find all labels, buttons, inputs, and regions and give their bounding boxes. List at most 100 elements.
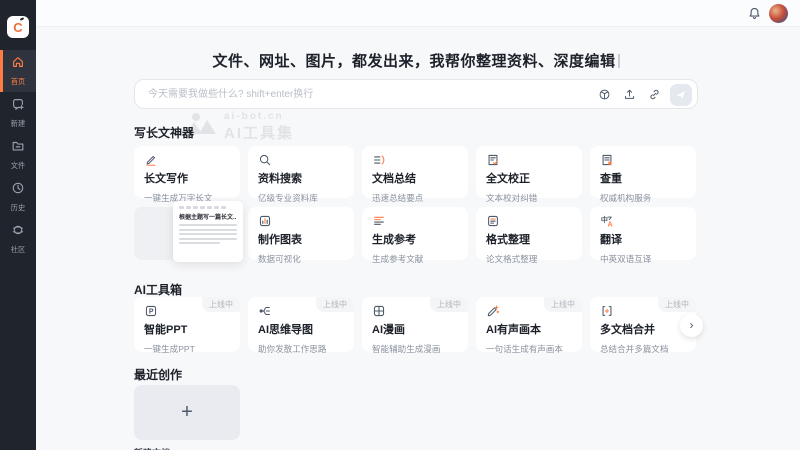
format-icon: [486, 214, 572, 228]
preview-text-line: [179, 242, 220, 244]
svg-text:P: P: [149, 309, 154, 316]
preview-toolbar: [179, 206, 237, 209]
preview-text-line: [179, 238, 237, 240]
card-translate[interactable]: 中A 翻译 中英双语互译: [590, 207, 696, 260]
card-subtitle: 智能辅助生成漫画: [372, 342, 454, 354]
sidebar-item-community[interactable]: 社区: [0, 218, 36, 260]
card-title: 生成参考: [372, 231, 458, 247]
chevron-right-icon[interactable]: ›: [680, 314, 703, 337]
card-audiobook[interactable]: AI有声画本 一句话生成有声画本 上线中: [476, 297, 582, 352]
main-content: 文件、网址、图片，都发出来，我帮你整理资料、深度编辑 ai-bot.cn AI工…: [134, 0, 698, 450]
sidebar: C 首页新建文件历史社区: [0, 0, 36, 450]
card-title: 翻译: [600, 231, 686, 247]
user-avatar[interactable]: [769, 4, 788, 23]
new-doc-label: 新建文档: [134, 446, 170, 450]
card-proofread[interactable]: 全文校正 文本校对纠错: [476, 146, 582, 198]
reference-icon: [372, 214, 458, 228]
card-make-chart[interactable]: 制作图表 数据可视化: [248, 207, 354, 260]
logo-letter: C: [13, 20, 22, 35]
section-title-recent: 最近创作: [134, 366, 182, 383]
sidebar-item-label: 首页: [11, 77, 25, 87]
link-icon[interactable]: [648, 88, 661, 101]
section-title-writer: 写长文神器: [134, 124, 194, 141]
card-title: 制作图表: [258, 231, 344, 247]
watermark-line2: AI工具集: [224, 122, 294, 143]
status-badge: 上线中: [316, 297, 354, 312]
card-title: 格式整理: [486, 231, 572, 247]
preview-text-line: [179, 229, 237, 231]
card-subtitle: 论文格式整理: [486, 252, 568, 264]
card-title: 多文档合并: [600, 321, 686, 337]
new-chat-icon: [11, 97, 25, 116]
summary-icon: [372, 153, 458, 167]
upload-icon[interactable]: [623, 88, 636, 101]
card-comic[interactable]: AI漫画 智能辅助生成漫画 上线中: [362, 297, 468, 352]
card-subtitle: 总结合并多篇文档: [600, 342, 682, 354]
card-title: 资料搜索: [258, 170, 344, 186]
home-icon: [11, 55, 25, 74]
sidebar-nav: 首页新建文件历史社区: [0, 50, 36, 260]
status-badge: 上线中: [658, 297, 696, 312]
card-subtitle: 生成参考文献: [372, 252, 454, 264]
new-creation-button[interactable]: +: [134, 385, 240, 440]
page-title: 文件、网址、图片，都发出来，我帮你整理资料、深度编辑: [134, 50, 698, 71]
translate-icon: 中A: [600, 214, 686, 228]
card-mindmap[interactable]: AI思维导图 助你发散工作思路 上线中: [248, 297, 354, 352]
card-long-writing[interactable]: 长文写作 一键生成万字长文: [134, 146, 240, 198]
sidebar-item-label: 文件: [11, 161, 25, 171]
status-badge: 上线中: [430, 297, 468, 312]
card-subtitle: 助你发散工作思路: [258, 342, 340, 354]
card-title: 查重: [600, 170, 686, 186]
search-doc-icon: [258, 153, 344, 167]
chart-icon: [258, 214, 344, 228]
card-subtitle: 迅速总结要点: [372, 191, 454, 203]
card-subtitle: 一句话生成有声画本: [486, 342, 568, 354]
search-action-icons: [598, 80, 661, 108]
sidebar-item-files[interactable]: 文件: [0, 134, 36, 176]
card-subtitle: 数据可视化: [258, 252, 340, 264]
svg-text:A: A: [607, 221, 612, 228]
status-badge: 上线中: [544, 297, 582, 312]
section-title-toolbox: AI工具箱: [134, 281, 182, 298]
card-material-search[interactable]: 资料搜索 亿级专业资料库: [248, 146, 354, 198]
card-format[interactable]: 格式整理 论文格式整理: [476, 207, 582, 260]
card-title: AI漫画: [372, 321, 458, 337]
card-title: AI思维导图: [258, 321, 344, 337]
card-title: 智能PPT: [144, 321, 230, 337]
bell-icon[interactable]: [747, 6, 762, 21]
clock-icon: [11, 181, 25, 200]
card-plagiarism[interactable]: 查重 权威机构服务: [590, 146, 696, 198]
sidebar-item-home[interactable]: 首页: [0, 50, 36, 92]
planet-icon: [11, 223, 25, 242]
card-doc-summary[interactable]: 文档总结 迅速总结要点: [362, 146, 468, 198]
app-logo[interactable]: C: [7, 16, 29, 38]
card-title: 文档总结: [372, 170, 458, 186]
sidebar-item-new[interactable]: 新建: [0, 92, 36, 134]
watermark-line1: ai-bot.cn: [224, 111, 294, 122]
card-subtitle: 文本校对纠错: [486, 191, 568, 203]
sidebar-item-label: 社区: [11, 245, 25, 255]
folder-icon: [11, 139, 25, 158]
sidebar-item-history[interactable]: 历史: [0, 176, 36, 218]
sidebar-item-label: 新建: [11, 119, 25, 129]
text-caret: [618, 54, 620, 68]
send-button[interactable]: [670, 84, 692, 106]
preview-text-line: [179, 233, 237, 235]
prompt-input[interactable]: [148, 80, 528, 108]
card-subtitle: 权威机构服务: [600, 191, 682, 203]
topbar: [36, 0, 800, 27]
globe-icon[interactable]: [598, 88, 611, 101]
card-references[interactable]: 生成参考 生成参考文献: [362, 207, 468, 260]
card-smart-ppt[interactable]: P 智能PPT 一键生成PPT 上线中: [134, 297, 240, 352]
pencil-icon: [144, 153, 230, 167]
prompt-searchbox: [134, 79, 698, 109]
plus-icon: +: [181, 401, 193, 424]
document-preview-popup: 根据主题写一篇长文..: [173, 201, 243, 262]
watermark: ai-bot.cn AI工具集: [186, 110, 294, 143]
preview-title: 根据主题写一篇长文..: [179, 212, 237, 221]
sidebar-item-label: 历史: [11, 203, 25, 213]
status-badge: 上线中: [202, 297, 240, 312]
card-subtitle: 亿级专业资料库: [258, 191, 340, 203]
card-title: 全文校正: [486, 170, 572, 186]
check-doc-icon: [600, 153, 686, 167]
